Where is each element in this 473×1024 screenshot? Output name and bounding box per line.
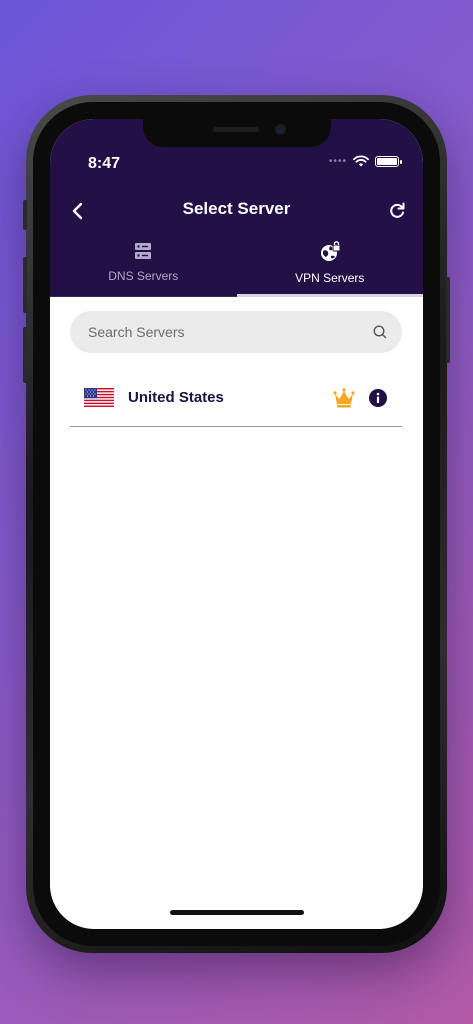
tab-vpn-servers[interactable]: VPN Servers [236,237,424,297]
status-time: 8:47 [88,155,121,172]
mute-switch [23,200,27,230]
crown-icon [333,387,355,407]
power-button [446,277,450,363]
notch [143,119,331,147]
navigation-bar: Select Server [50,195,423,227]
speaker [213,127,259,132]
phone-frame: 8:47 •••• Select Server DNS Servers VPN … [23,95,450,953]
search-bar[interactable] [70,311,402,353]
server-type-tabs: DNS Servers VPN Servers [50,237,423,297]
volume-up-button [23,257,27,313]
tab-dns-servers[interactable]: DNS Servers [50,237,237,297]
refresh-button[interactable] [383,197,411,225]
globe-lock-icon [320,241,341,261]
signal-icon: •••• [328,155,347,167]
app-header: 8:47 •••• Select Server DNS Servers VPN … [50,119,423,297]
search-input[interactable] [88,324,372,340]
home-indicator[interactable] [170,910,304,915]
front-camera [275,124,286,135]
page-title: Select Server [182,199,291,218]
server-list-item[interactable]: United States [70,369,402,427]
info-icon[interactable] [368,388,388,408]
app-screen: 8:47 •••• Select Server DNS Servers VPN … [50,119,423,929]
us-flag-icon [84,388,114,407]
status-icons: •••• [328,155,402,167]
tab-label: VPN Servers [295,271,365,285]
battery-icon [375,155,402,167]
refresh-icon [390,202,405,218]
volume-down-button [23,327,27,383]
server-name: United States [128,389,224,406]
wifi-icon [353,155,369,167]
search-icon[interactable] [372,324,388,340]
server-icon [135,243,152,259]
tab-label: DNS Servers [108,269,179,283]
